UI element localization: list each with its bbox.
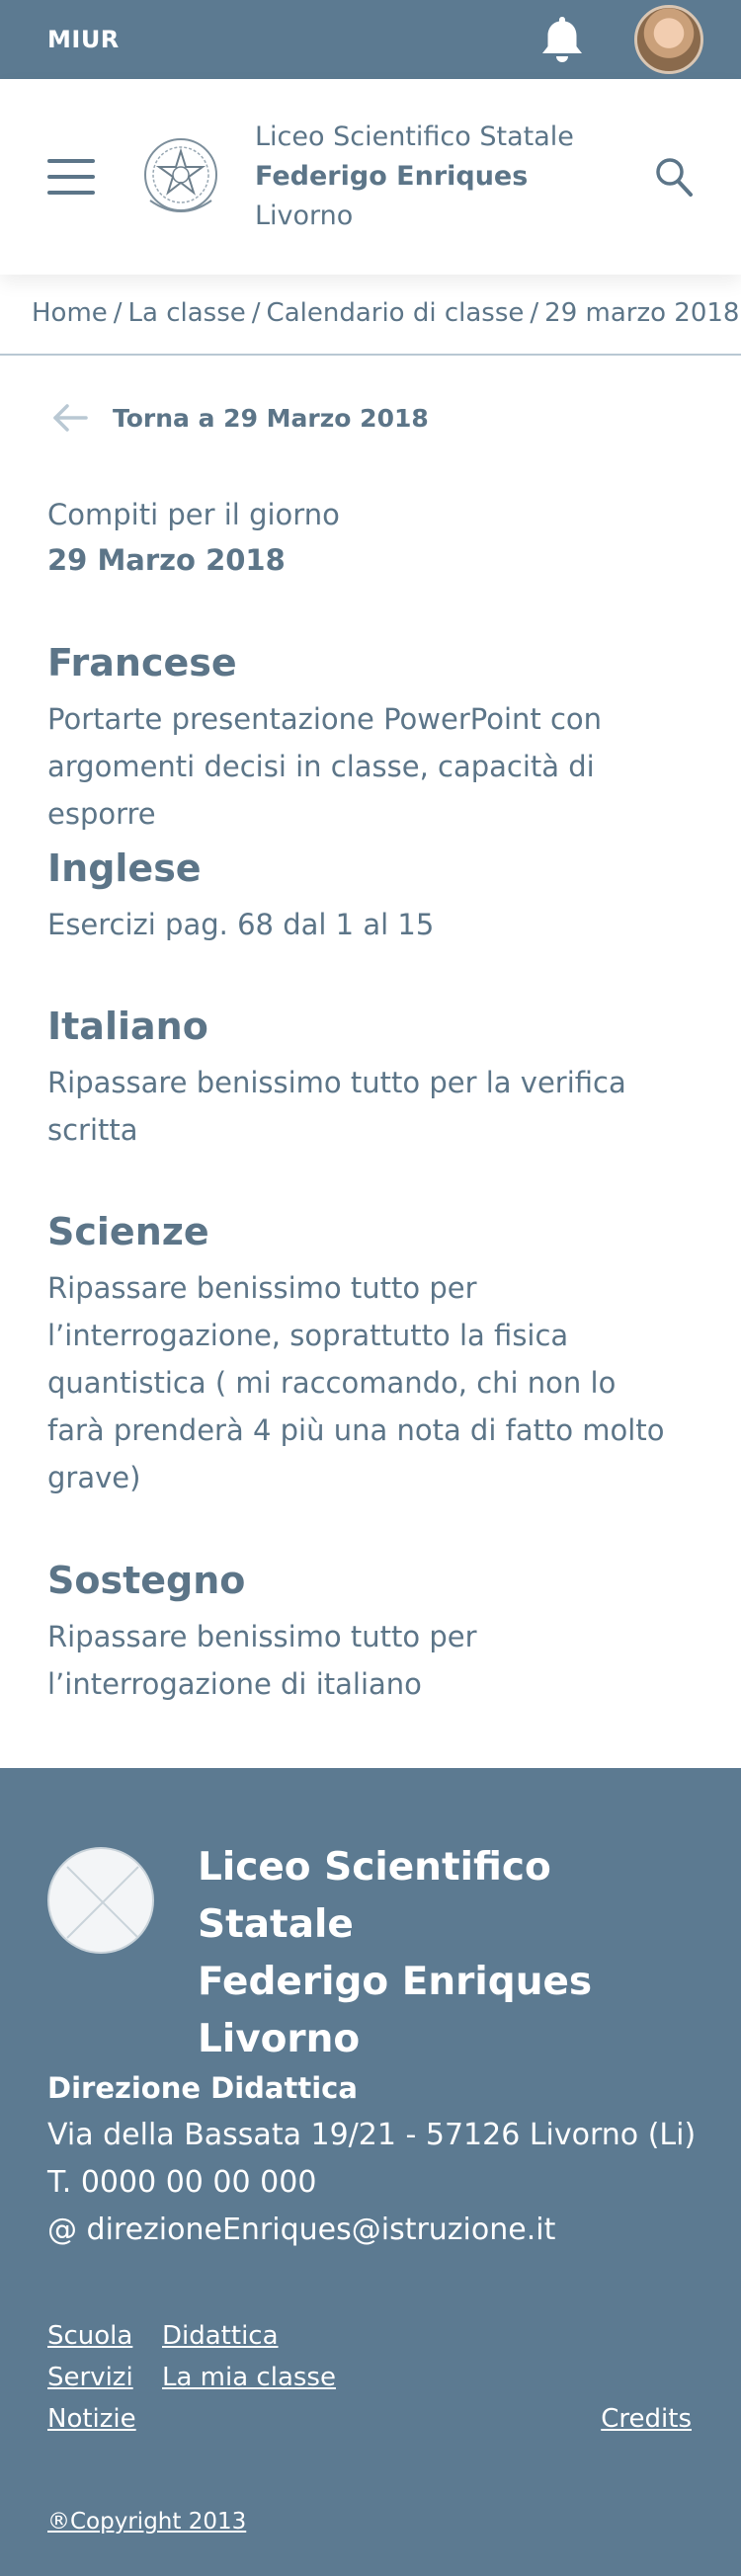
footer-links: Scuola Didattica Servizi La mia classe N… xyxy=(47,2315,692,2440)
homework-date: 29 Marzo 2018 xyxy=(47,543,286,577)
subject-inglese: Inglese Esercizi pag. 68 dal 1 al 15 xyxy=(47,844,680,948)
copyright-link[interactable]: ®Copyright 2013 xyxy=(47,2509,246,2535)
footer-office: Direzione Didattica xyxy=(47,2071,358,2105)
republic-emblem-icon xyxy=(144,138,217,212)
breadcrumb-date[interactable]: 29 marzo 2018 xyxy=(544,298,739,328)
subject-francese: Francese Portarte presentazione PowerPoi… xyxy=(47,638,680,838)
placeholder-logo-icon xyxy=(47,1847,154,1954)
subject-task-line: l’interrogazione di italiano xyxy=(47,1667,422,1701)
back-link[interactable]: Torna a 29 Marzo 2018 xyxy=(51,403,429,433)
footer-address: Via della Bassata 19/21 - 57126 Livorno … xyxy=(47,2118,697,2152)
subject-scienze: Scienze Ripassare benissimo tutto per l’… xyxy=(47,1207,680,1501)
footer-link-credits[interactable]: Credits xyxy=(601,2398,692,2440)
subject-task-line: Esercizi pag. 68 dal 1 al 15 xyxy=(47,908,435,941)
footer-school-name: Liceo Scientifico Statale Federigo Enriq… xyxy=(198,1839,711,2068)
subject-title: Italiano xyxy=(47,1005,208,1048)
footer-link-la-mia-classe[interactable]: La mia classe xyxy=(162,2357,336,2398)
subject-italiano: Italiano Ripassare benissimo tutto per l… xyxy=(47,1002,680,1154)
footer-link-didattica[interactable]: Didattica xyxy=(162,2315,279,2357)
footer-phone: T. 0000 00 00 000 xyxy=(47,2165,317,2200)
breadcrumb-separator: / xyxy=(113,298,123,328)
subject-title: Francese xyxy=(47,641,237,684)
subject-task-line: grave) xyxy=(47,1461,141,1494)
school-name-line2: Federigo Enriques xyxy=(255,161,529,192)
site-footer: Liceo Scientifico Statale Federigo Enriq… xyxy=(0,1768,741,2576)
site-header: Liceo Scientifico Statale Federigo Enriq… xyxy=(0,79,741,275)
breadcrumb-separator: / xyxy=(530,298,539,328)
hamburger-icon[interactable] xyxy=(47,159,95,195)
back-link-label: Torna a 29 Marzo 2018 xyxy=(113,403,429,433)
school-name-line3: Livorno xyxy=(255,201,354,231)
subject-sostegno: Sostegno Ripassare benissimo tutto per l… xyxy=(47,1556,680,1708)
footer-link-notizie[interactable]: Notizie xyxy=(47,2398,162,2440)
subject-task-line: Portarte presentazione PowerPoint con xyxy=(47,702,603,736)
subject-task-line: l’interrogazione, soprattutto la fisica xyxy=(47,1319,569,1352)
subject-task-line: scritta xyxy=(47,1113,138,1147)
subject-task-line: Ripassare benissimo tutto per xyxy=(47,1271,477,1305)
footer-title-line2: Federigo Enriques xyxy=(198,1960,593,2004)
footer-copyright: ®Copyright 2013 xyxy=(47,2509,246,2535)
footer-title-line3: Livorno xyxy=(198,2017,361,2061)
subject-task-line: farà prenderà 4 più una nota di fatto mo… xyxy=(47,1413,665,1447)
top-bar: MIUR xyxy=(0,0,741,79)
footer-contacts: Direzione Didattica Via della Bassata 19… xyxy=(47,2064,696,2254)
user-avatar[interactable] xyxy=(634,5,703,74)
homework-intro-label: Compiti per il giorno xyxy=(47,498,340,531)
breadcrumb-calendario[interactable]: Calendario di classe xyxy=(267,298,525,328)
subject-title: Sostegno xyxy=(47,1559,246,1602)
school-name[interactable]: Liceo Scientifico Statale Federigo Enriq… xyxy=(255,118,654,236)
miur-brand[interactable]: MIUR xyxy=(47,26,539,53)
breadcrumb: Home / La classe / Calendario di classe/29 m… xyxy=(0,286,741,356)
footer-link-scuola[interactable]: Scuola xyxy=(47,2315,162,2357)
arrow-left-icon xyxy=(53,404,88,432)
footer-link-servizi[interactable]: Servizi xyxy=(47,2357,162,2398)
breadcrumb-la-classe[interactable]: La classe xyxy=(128,298,246,328)
breadcrumb-home[interactable]: Home xyxy=(32,298,108,328)
footer-email: @ direzioneEnriques@istruzione.it xyxy=(47,2213,556,2247)
homework-intro: Compiti per il giorno 29 Marzo 2018 xyxy=(47,492,340,583)
footer-title-line1: Liceo Scientifico Statale xyxy=(198,1845,551,1947)
subject-title: Inglese xyxy=(47,846,202,890)
subject-task-line: Ripassare benissimo tutto per la verific… xyxy=(47,1066,626,1099)
subject-task-line: quantistica ( mi raccomando, chi non lo xyxy=(47,1366,617,1400)
breadcrumb-separator: / xyxy=(251,298,261,328)
search-icon[interactable] xyxy=(654,156,694,198)
bell-icon[interactable] xyxy=(539,14,585,65)
subject-title: Scienze xyxy=(47,1210,209,1253)
subject-task-line: Ripassare benissimo tutto per xyxy=(47,1620,477,1653)
school-name-line1: Liceo Scientifico Statale xyxy=(255,121,574,152)
subject-task-line: argomenti decisi in classe, capacità di … xyxy=(47,750,595,831)
